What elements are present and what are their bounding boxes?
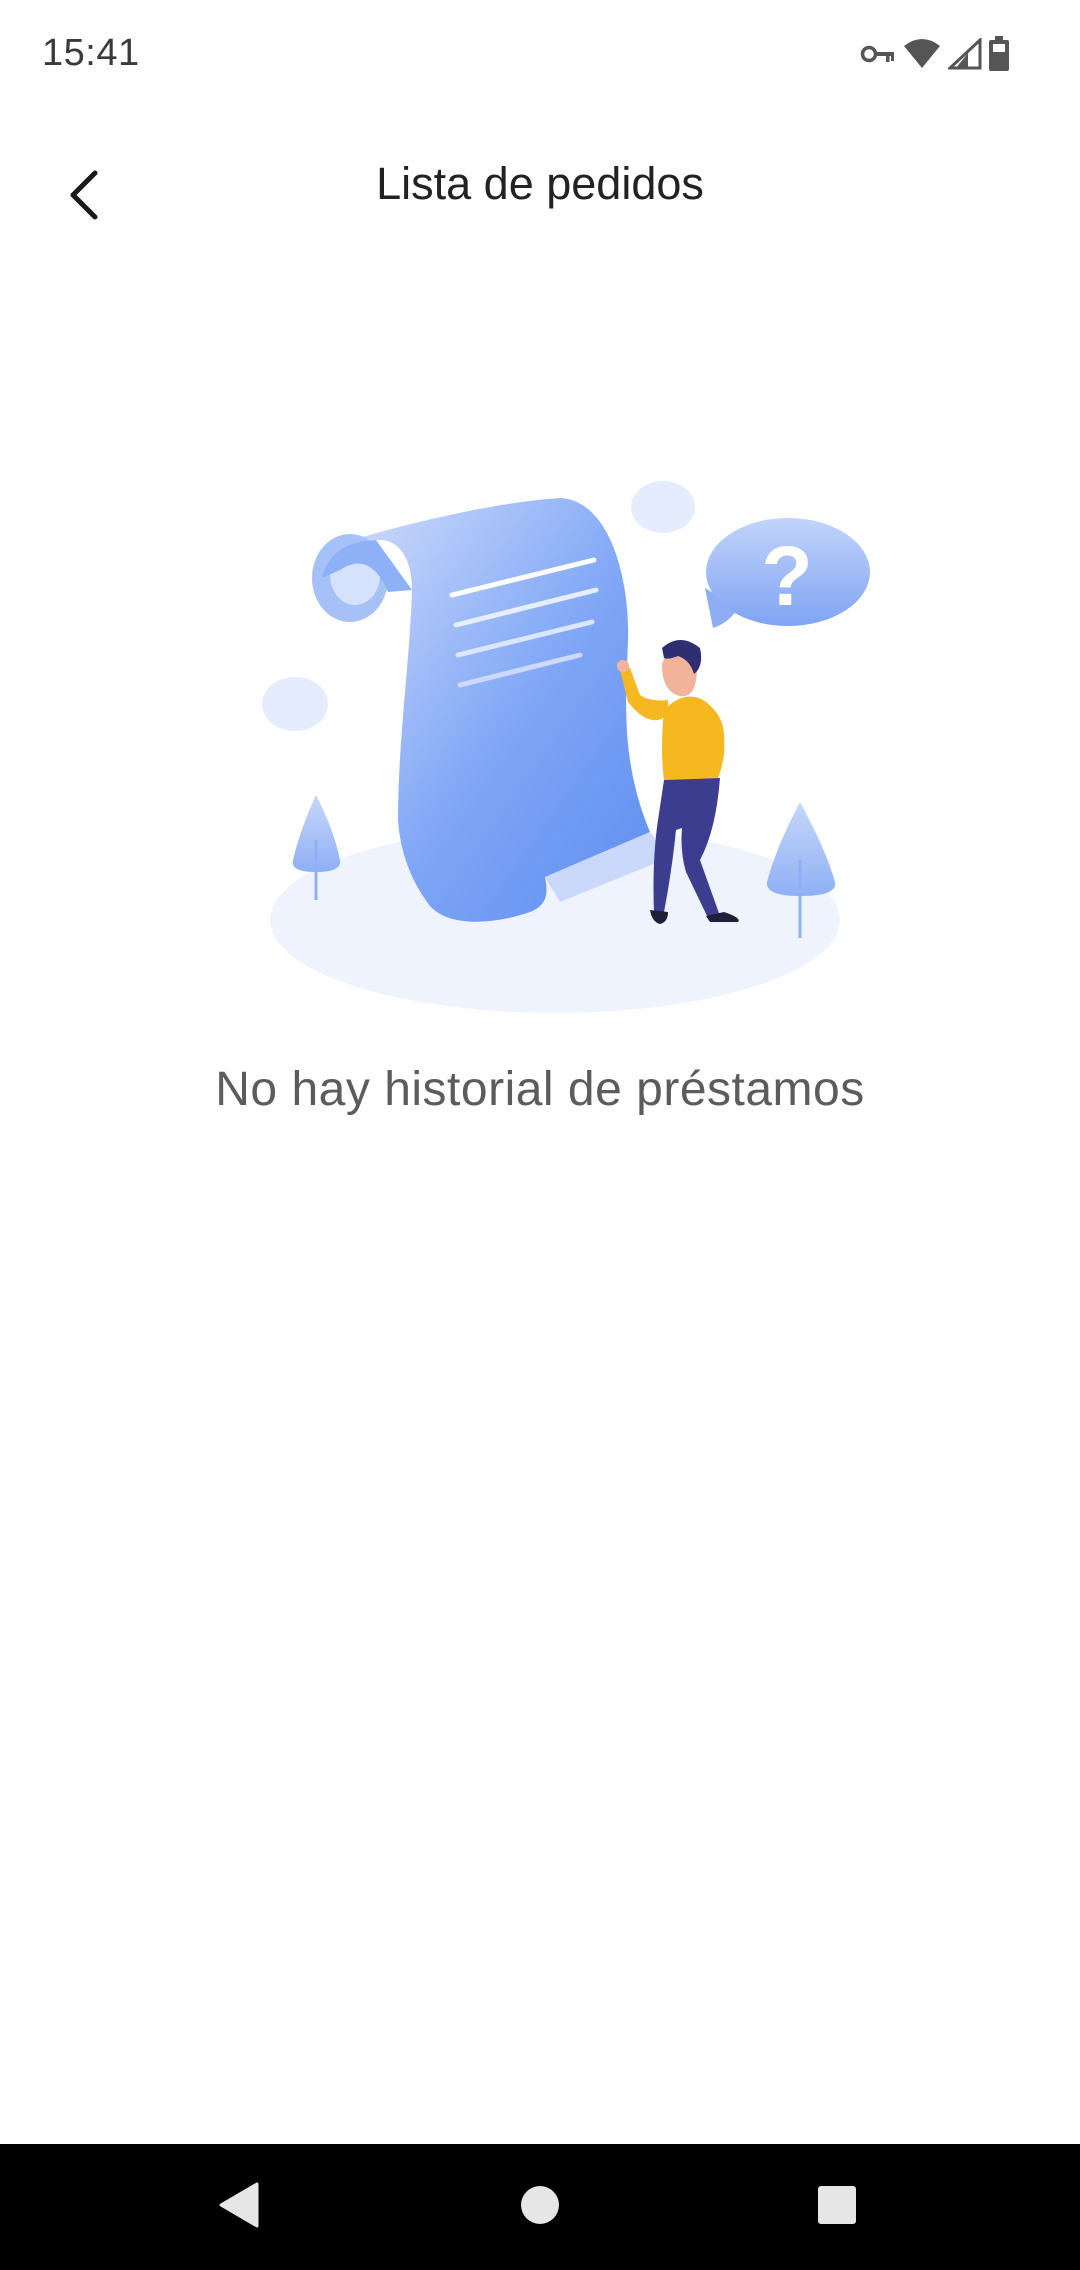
page-title: Lista de pedidos [376, 158, 704, 209]
empty-state-message: No hay historial de préstamos [215, 1063, 865, 1116]
status-time: 15:41 [42, 32, 140, 74]
cell-signal-icon [948, 38, 982, 70]
empty-state-illustration: ? [0, 440, 1080, 1040]
battery-icon [988, 36, 1010, 72]
status-icons [860, 34, 1010, 74]
nav-back-button[interactable] [204, 2172, 274, 2242]
navigation-bar [0, 2144, 1080, 2270]
nav-home-button[interactable] [505, 2172, 575, 2242]
svg-text:?: ? [761, 529, 812, 623]
recents-square-icon [817, 2185, 857, 2230]
back-triangle-icon [217, 2182, 261, 2233]
nav-recents-button[interactable] [802, 2172, 872, 2242]
home-circle-icon [520, 2185, 560, 2230]
app-bar: Lista de pedidos [0, 130, 1080, 240]
status-bar: 15:41 [0, 0, 1080, 110]
vpn-key-icon [860, 42, 896, 66]
wifi-icon [902, 38, 942, 70]
